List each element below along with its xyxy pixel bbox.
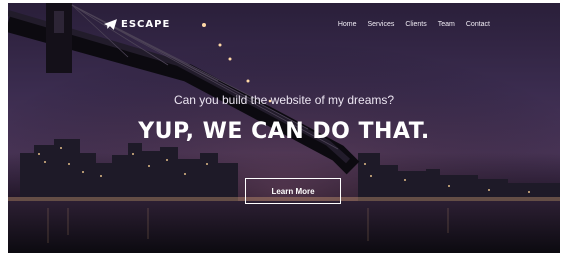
learn-more-button[interactable]: Learn More: [245, 178, 341, 204]
nav-item-home[interactable]: Home: [338, 21, 357, 28]
main-menu: Home Services Clients Team Contact: [338, 21, 490, 28]
nav-item-services[interactable]: Services: [368, 21, 395, 28]
brand-logo[interactable]: ESCAPE: [104, 19, 170, 30]
brand-name: ESCAPE: [121, 19, 171, 30]
navbar: ESCAPE Home Services Clients Team Contac…: [8, 3, 560, 47]
nav-item-clients[interactable]: Clients: [405, 21, 426, 28]
hero-section: ESCAPE Home Services Clients Team Contac…: [8, 3, 560, 253]
hero-tagline: Can you build the website of my dreams?: [173, 93, 395, 107]
nav-item-team[interactable]: Team: [438, 21, 455, 28]
hero-headline: YUP, WE CAN DO THAT.: [138, 119, 430, 144]
paper-plane-icon: [104, 19, 117, 30]
nav-item-contact[interactable]: Contact: [466, 21, 490, 28]
